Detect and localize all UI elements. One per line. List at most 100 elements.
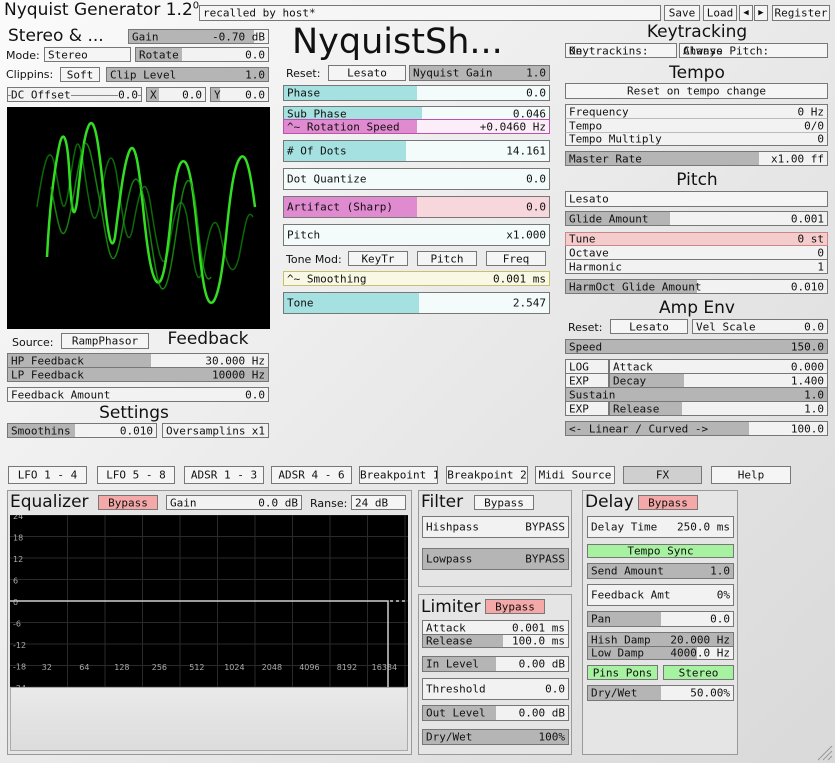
tone-slider[interactable]: Tone 2.547: [283, 292, 550, 314]
low-damp-slider[interactable]: Low Damp 4000.0 Hz: [587, 646, 734, 660]
eq-gain-slider[interactable]: Gain 0.0 dB: [166, 495, 302, 510]
center-reset-select[interactable]: Lesato: [328, 65, 406, 81]
glide-amount-slider[interactable]: Glide Amount 0.001: [565, 211, 828, 226]
master-rate-slider[interactable]: Master Rate x1.00 ff: [565, 151, 828, 166]
tab-adsr-1-3[interactable]: ADSR 1 - 3: [184, 466, 264, 484]
tab-breakpoint-1[interactable]: Breakpoint 1: [359, 466, 438, 484]
hp-feedback-slider[interactable]: HP Feedback 30.000 Hz: [7, 353, 269, 368]
clip-level-slider[interactable]: Clip Level 1.0: [106, 67, 269, 82]
in-level-slider[interactable]: In Level 0.00 dB: [422, 656, 569, 672]
tab-fx[interactable]: FX: [623, 466, 702, 484]
delay-time-label: Delay Time: [591, 520, 658, 534]
tab-breakpoint-2[interactable]: Breakpoint 2: [446, 466, 528, 484]
prev-preset-button[interactable]: ◀: [739, 5, 753, 21]
lp-feedback-slider[interactable]: LP Feedback 10000 Hz: [7, 367, 269, 382]
feedback-source-label: Source:: [12, 336, 54, 349]
lowpass-slider[interactable]: Lowpass BYPASS: [422, 548, 569, 570]
pitch-multiplier-slider[interactable]: Pitch x1.000: [283, 224, 550, 246]
oversampling-select[interactable]: Oversamplins x1: [162, 423, 269, 438]
send-amount-slider[interactable]: Send Amount 1.0: [587, 563, 734, 579]
eq-bypass-button[interactable]: Bypass: [98, 495, 158, 510]
tab-lfo-5-8[interactable]: LFO 5 - 8: [97, 466, 175, 484]
frequency-slider[interactable]: Frequency 0 Hz: [565, 104, 828, 118]
preset-name-field[interactable]: recalled by host*: [199, 5, 661, 21]
delay-pan-slider[interactable]: Pan 0.0: [587, 611, 734, 627]
limiter-attack-slider[interactable]: Attack 0.001 ms: [422, 620, 569, 634]
dot-quantize-slider[interactable]: Dot Quantize 0.0: [283, 168, 550, 190]
y-slider[interactable]: Y 0.0: [210, 87, 269, 102]
eq-range-value: 24 dB: [355, 496, 389, 509]
release-slider[interactable]: Release 1.0: [609, 401, 828, 416]
harmonic-slider[interactable]: Harmonic 1: [565, 260, 828, 274]
decay-label: Decay: [613, 374, 647, 387]
filter-bypass-button[interactable]: Bypass: [474, 495, 534, 510]
high-damp-slider[interactable]: Hish Damp 20.000 Hz: [587, 632, 734, 646]
out-level-slider[interactable]: Out Level 0.00 dB: [422, 705, 569, 721]
threshold-slider[interactable]: Threshold 0.0: [422, 678, 569, 700]
decay-curve-toggle[interactable]: EXP: [565, 373, 609, 387]
rotation-speed-slider[interactable]: ^~ Rotation Speed +0.0460 Hz: [283, 119, 550, 134]
eq-range-select[interactable]: 24 dB: [351, 495, 406, 510]
speed-slider[interactable]: Speed 150.0: [565, 339, 828, 354]
harmoct-glide-slider[interactable]: HarmOct Glide Amount 0.010: [565, 279, 828, 294]
artifact-label: Artifact (Sharp): [287, 200, 393, 214]
ampenv-reset-select[interactable]: Lesato: [610, 319, 688, 334]
rotate-slider[interactable]: Rotate 0.0: [135, 47, 269, 62]
delay-drywet-slider[interactable]: Dry/Wet 50.00%: [587, 685, 734, 701]
delay-time-slider[interactable]: Delay Time 250.0 ms: [587, 516, 734, 538]
feedback-amount-slider[interactable]: Feedback Amount 0.0: [7, 387, 269, 402]
tone-smoothing-slider[interactable]: ^~ Smoothing 0.001 ms: [283, 271, 550, 286]
pitch-mode-select[interactable]: Lesato: [565, 191, 828, 207]
nyquist-gain-slider[interactable]: Nyquist Gain 1.0: [409, 65, 550, 81]
attack-slider[interactable]: Attack 0.000: [609, 359, 828, 373]
limiter-bypass-button[interactable]: Bypass: [485, 599, 545, 614]
tab-midi-source[interactable]: Midi Source: [535, 466, 615, 484]
feedback-amt-slider[interactable]: Feedback Amt 0%: [587, 584, 734, 606]
smoothing-slider[interactable]: Smoothins 0.010: [7, 423, 157, 438]
next-preset-button[interactable]: ▶: [754, 5, 768, 21]
phase-slider[interactable]: Phase 0.0: [283, 85, 550, 101]
mode-select[interactable]: Stereo: [44, 47, 131, 62]
keytracking-toggle[interactable]: Keytrackins: On: [565, 43, 677, 58]
vel-scale-slider[interactable]: Vel Scale 0.0: [692, 319, 828, 334]
limiter-drywet-slider[interactable]: Dry/Wet 100%: [422, 729, 569, 745]
tone-mod-freq-button[interactable]: Freq: [486, 251, 546, 266]
eq-db-tick: 18: [13, 534, 23, 543]
num-dots-slider[interactable]: # Of Dots 14.161: [283, 140, 550, 162]
ping-pong-button[interactable]: Pins Pons: [587, 665, 658, 680]
limiter-release-slider[interactable]: Release 100.0 ms: [422, 634, 569, 648]
dc-offset-slider[interactable]: DC Offset 0.0: [7, 87, 142, 102]
delay-bypass-button[interactable]: Bypass: [638, 495, 698, 510]
highpass-slider[interactable]: Hishpass BYPASS: [422, 516, 569, 538]
tone-mod-keytr-button[interactable]: KeyTr: [348, 251, 408, 266]
reset-on-tempo-button[interactable]: Reset on tempo change: [565, 83, 828, 99]
release-curve-toggle[interactable]: EXP: [565, 401, 609, 416]
feedback-source-select[interactable]: RampPhasor: [61, 333, 149, 349]
harmoct-glide-value: 0.010: [790, 280, 824, 293]
x-slider[interactable]: X 0.0: [146, 87, 206, 102]
tempo-multiply-slider[interactable]: Tempo Multiply 0: [565, 132, 828, 146]
load-button[interactable]: Load: [703, 5, 737, 21]
sub-phase-slider[interactable]: Sub Phase 0.046: [283, 106, 550, 120]
curve-slider[interactable]: <- Linear / Curved -> 100.0: [565, 421, 828, 436]
tab-help[interactable]: Help: [711, 466, 791, 484]
tempo-field[interactable]: Tempo 0/0: [565, 118, 828, 132]
clipping-select[interactable]: Soft: [60, 67, 100, 82]
eq-graph[interactable]: 24181260-6-12-18-24326412825651210242048…: [10, 515, 408, 687]
octave-slider[interactable]: Octave 0: [565, 246, 828, 260]
sustain-slider[interactable]: Sustain 1.0: [565, 387, 828, 401]
tone-mod-pitch-button[interactable]: Pitch: [417, 251, 477, 266]
decay-slider[interactable]: Decay 1.400: [609, 373, 828, 387]
tune-slider[interactable]: Tune 0 st: [565, 232, 828, 246]
tab-adsr-4-6[interactable]: ADSR 4 - 6: [271, 466, 352, 484]
attack-curve-toggle[interactable]: LOG: [565, 359, 609, 373]
stereo-button[interactable]: Stereo: [663, 665, 734, 680]
save-button[interactable]: Save: [664, 5, 700, 21]
artifact-slider[interactable]: Artifact (Sharp) 0.0: [283, 196, 550, 218]
gain-slider[interactable]: Gain -0.70 dB: [128, 29, 269, 44]
tempo-sync-button[interactable]: Tempo Sync: [587, 544, 734, 558]
change-pitch-select[interactable]: Chanse Pitch: Always: [679, 43, 828, 58]
resize-grip-icon[interactable]: [815, 743, 833, 761]
register-button[interactable]: Register: [772, 5, 830, 21]
tab-lfo-1-4[interactable]: LFO 1 - 4: [8, 466, 87, 484]
